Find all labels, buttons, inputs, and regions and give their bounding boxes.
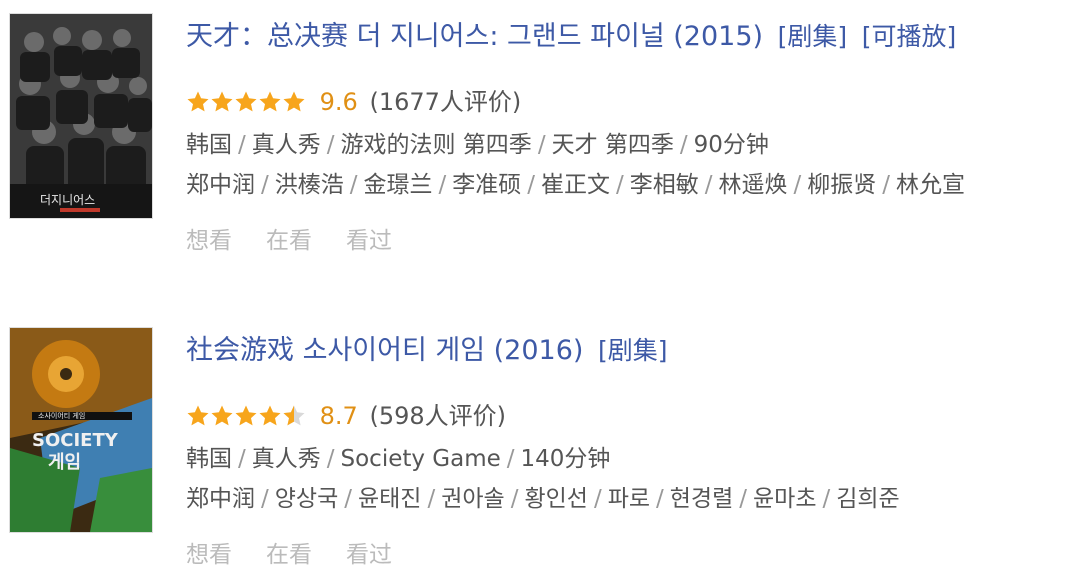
- meta-genre: 真人秀: [251, 446, 321, 472]
- watched-button[interactable]: 看过: [346, 228, 392, 254]
- tag-playable[interactable]: [可播放]: [862, 22, 957, 51]
- cast-member[interactable]: 郑中润: [186, 486, 255, 512]
- cast-member[interactable]: 윤마초: [753, 486, 816, 512]
- item-title: 天才：总决赛 더 지니어스: 그랜드 파이널 (2015) [剧集] [可播放]: [186, 18, 956, 56]
- meta-alt-title: Society Game: [340, 446, 501, 472]
- action-row: 想看 在看 看过: [186, 538, 426, 572]
- score: 9.6: [319, 88, 358, 116]
- watching-button[interactable]: 在看: [266, 228, 312, 254]
- cast-member[interactable]: 崔正文: [541, 172, 610, 198]
- svg-text:소사이어티 게임: 소사이어티 게임: [38, 411, 85, 420]
- want-to-watch-button[interactable]: 想看: [186, 542, 232, 568]
- svg-text:게임: 게임: [48, 452, 81, 473]
- action-row: 想看 在看 看过: [186, 224, 426, 258]
- meta-duration: 90分钟: [693, 132, 769, 158]
- title-link[interactable]: 天才：总决赛 더 지니어스: 그랜드 파이널 (2015): [186, 21, 763, 52]
- cast-list: 郑中润 / 洪楱浩 / 金璟兰 / 李准硕 / 崔正文 / 李相敏 / 林遥焕 / 柳振贤 / 林允宣: [186, 172, 965, 198]
- score: 8.7: [319, 402, 358, 430]
- svg-text:더지니어스: 더지니어스: [40, 193, 95, 207]
- star-rating: [186, 404, 306, 428]
- cast-member[interactable]: 郑中润: [186, 172, 255, 198]
- meta-alt-title: 游戏的法则 第四季: [340, 132, 532, 158]
- meta-info: 韩国 / 真人秀 / Society Game/140分钟: [186, 446, 611, 472]
- item-title: 社会游戏 소사이어티 게임 (2016) [剧集]: [186, 332, 668, 370]
- watching-button[interactable]: 在看: [266, 542, 312, 568]
- rating-row: 8.7 (598人评价): [186, 398, 506, 432]
- svg-text:SOCIETY: SOCIETY: [32, 430, 119, 451]
- meta-genre: 真人秀: [251, 132, 321, 158]
- cast-member[interactable]: 林遥焕: [719, 172, 788, 198]
- meta-alt-title: 天才 第四季: [551, 132, 674, 158]
- watched-button[interactable]: 看过: [346, 542, 392, 568]
- meta-country: 韩国: [186, 446, 232, 472]
- cast-member[interactable]: 李相敏: [630, 172, 699, 198]
- tag-series[interactable]: [剧集]: [778, 22, 848, 51]
- rating-count: (598人评价): [369, 402, 506, 430]
- cast-member[interactable]: 李准硕: [452, 172, 521, 198]
- rating-count: (1677人评价): [369, 88, 522, 116]
- cast-member[interactable]: 파로: [608, 486, 650, 512]
- cast-list: 郑中润 / 양상국 / 윤태진 / 권아솔 / 황인선 / 파로 / 현경렬 / 윤마초 / 김희준: [186, 486, 900, 512]
- cast-member[interactable]: 林允宣: [896, 172, 965, 198]
- poster-image[interactable]: 더지니어스: [10, 14, 152, 218]
- want-to-watch-button[interactable]: 想看: [186, 228, 232, 254]
- tag-series[interactable]: [剧集]: [598, 336, 668, 365]
- cast-member[interactable]: 洪楱浩: [275, 172, 344, 198]
- cast-member[interactable]: 양상국: [275, 486, 338, 512]
- title-link[interactable]: 社会游戏 소사이어티 게임 (2016): [186, 335, 583, 366]
- cast-member[interactable]: 柳振贤: [807, 172, 876, 198]
- meta-country: 韩国: [186, 132, 232, 158]
- cast-member[interactable]: 황인선: [524, 486, 587, 512]
- rating-row: 9.6 (1677人评价): [186, 84, 521, 118]
- cast-member[interactable]: 현경렬: [670, 486, 733, 512]
- meta-duration: 140分钟: [520, 446, 611, 472]
- cast-member[interactable]: 권아솔: [441, 486, 504, 512]
- cast-member[interactable]: 金璟兰: [364, 172, 433, 198]
- star-rating: [186, 90, 306, 114]
- meta-info: 韩国 / 真人秀 / 游戏的法则 第四季 / 天才 第四季/90分钟: [186, 132, 769, 158]
- cast-member[interactable]: 김희준: [836, 486, 899, 512]
- poster-image[interactable]: 소사이어티 게임 SOCIETY 게임: [10, 328, 152, 532]
- cast-member[interactable]: 윤태진: [358, 486, 421, 512]
